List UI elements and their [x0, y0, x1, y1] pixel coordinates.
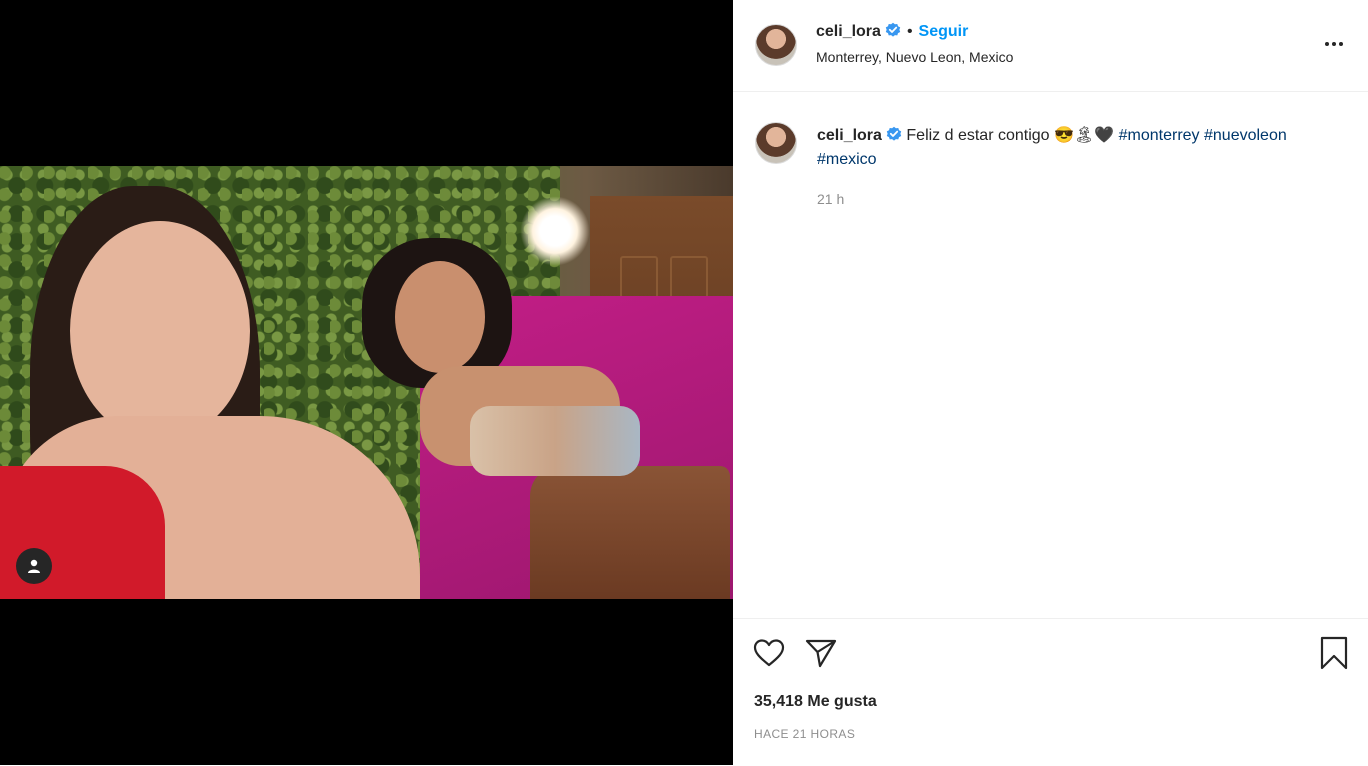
heart-icon: [753, 639, 785, 667]
photo-face-right: [395, 261, 485, 373]
follow-button[interactable]: Seguir: [919, 23, 969, 40]
caption-text-block: celi_lora Feliz d estar contigo 😎🏝🖤 #mon…: [817, 124, 1337, 172]
verified-badge-icon: [886, 126, 902, 141]
post-photo[interactable]: [0, 166, 733, 599]
caption-username[interactable]: celi_lora: [817, 127, 882, 144]
verified-badge-icon: [885, 22, 901, 37]
likes-count[interactable]: 35,418 Me gusta: [754, 693, 877, 711]
hashtag-link[interactable]: #monterrey: [1119, 127, 1200, 144]
more-options-button[interactable]: [1324, 30, 1344, 53]
photo-studio-light: [520, 196, 590, 266]
post-header: celi_lora • Seguir Monterrey, Nuevo Leon,…: [733, 0, 1368, 92]
post-timestamp[interactable]: HACE 21 HORAS: [754, 727, 855, 741]
header-separator: •: [906, 23, 913, 40]
save-button[interactable]: [1319, 636, 1349, 675]
post-media[interactable]: [0, 0, 733, 765]
like-button[interactable]: [753, 638, 785, 673]
hashtag-link[interactable]: #mexico: [817, 151, 877, 168]
post-details-panel: celi_lora • Seguir Monterrey, Nuevo Leon,…: [733, 0, 1368, 765]
user-tag-icon: [28, 559, 40, 573]
header-user-line: celi_lora • Seguir: [816, 22, 968, 41]
caption-timestamp[interactable]: 21 h: [817, 191, 844, 207]
send-icon: [805, 639, 837, 668]
username-link[interactable]: celi_lora: [816, 23, 881, 40]
tag-button[interactable]: [16, 548, 52, 584]
photo-face-left: [70, 221, 250, 441]
caption-body: Feliz d estar contigo 😎🏝🖤: [906, 127, 1115, 144]
caption-avatar[interactable]: [755, 122, 797, 164]
photo-brown-pants: [530, 466, 730, 599]
avatar[interactable]: [755, 24, 797, 66]
photo-patterned-top: [470, 406, 640, 476]
more-options-icon: [1325, 42, 1343, 46]
share-button[interactable]: [805, 638, 837, 673]
location-link[interactable]: Monterrey, Nuevo Leon, Mexico: [816, 49, 1013, 65]
hashtag-link[interactable]: #nuevoleon: [1204, 127, 1287, 144]
bookmark-icon: [1320, 636, 1348, 670]
